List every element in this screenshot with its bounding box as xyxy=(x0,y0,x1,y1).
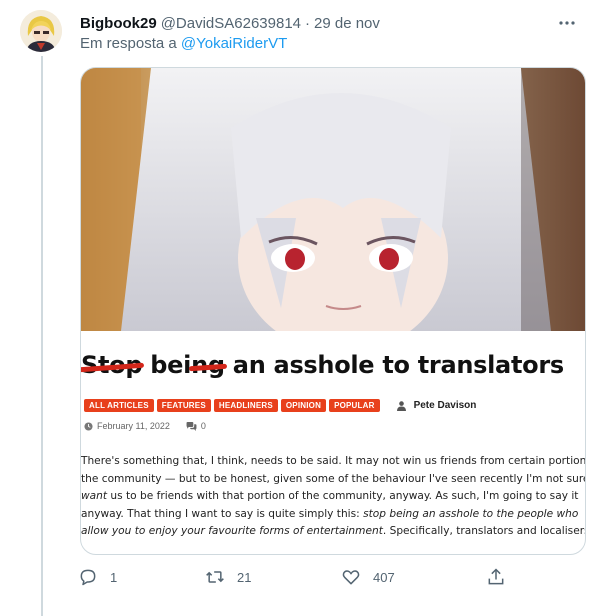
clock-icon xyxy=(84,421,93,431)
excerpt-line: allow you to enjoy your favourite forms … xyxy=(81,523,585,541)
avatar-image xyxy=(20,10,62,52)
share-button[interactable] xyxy=(486,567,506,587)
like-button[interactable]: 407 xyxy=(341,567,395,587)
article-headline[interactable]: Stop being an asshole to translators xyxy=(81,351,585,381)
tag-all-articles[interactable]: ALL ARTICLES xyxy=(84,399,154,412)
excerpt-emphasis: allow you to enjoy your favourite forms … xyxy=(81,525,383,538)
article-date: February 11, 2022 xyxy=(97,421,170,431)
excerpt-emphasis: stop being an asshole to the people who xyxy=(363,507,579,520)
reply-context: Em resposta a @YokaiRiderVT xyxy=(80,35,287,52)
thread-line xyxy=(41,56,43,616)
separator-dot: · xyxy=(305,14,311,32)
author-handle[interactable]: @DavidSA62639814 xyxy=(161,15,301,32)
reply-prefix: Em resposta a xyxy=(80,35,177,52)
heart-icon xyxy=(342,570,360,585)
more-options-icon[interactable] xyxy=(555,11,579,35)
share-icon xyxy=(488,568,504,585)
comments-number: 0 xyxy=(200,421,206,431)
excerpt-line: anyway. That thing I want to say is quit… xyxy=(81,506,585,524)
retweet-button[interactable]: 21 xyxy=(205,567,251,587)
article-excerpt: There's something that, I think, needs t… xyxy=(81,453,585,541)
excerpt-line: There's something that, I think, needs t… xyxy=(81,455,586,467)
headline-struck-word: Stop xyxy=(81,351,143,379)
article-author: Pete Davison xyxy=(396,400,477,411)
retweet-count: 21 xyxy=(237,569,252,585)
tag-opinion[interactable]: OPINION xyxy=(280,399,327,412)
excerpt-line: the community — but to be honest, given … xyxy=(81,472,586,485)
comments-count[interactable]: 0 xyxy=(186,421,206,431)
avatar[interactable] xyxy=(20,10,62,52)
tweet-actions: 1 21 407 xyxy=(78,567,518,587)
headline-struck-suffix: ng xyxy=(191,351,225,379)
excerpt-line: want us to be friends with that portion … xyxy=(81,488,585,506)
tag-popular[interactable]: POPULAR xyxy=(329,399,380,412)
excerpt-emphasis: want xyxy=(81,490,108,503)
like-count: 407 xyxy=(373,569,395,585)
excerpt-text: anyway. That thing I want to say is quit… xyxy=(81,507,364,520)
tweet-date[interactable]: 29 de nov xyxy=(314,15,380,32)
excerpt-text: us to be friends with that portion of th… xyxy=(107,490,579,503)
retweet-icon xyxy=(206,571,224,583)
excerpt-text: . Specifically, translators and localise… xyxy=(382,525,586,538)
headline-rest: an asshole to translators xyxy=(224,351,564,379)
article-meta: February 11, 2022 0 xyxy=(84,421,206,431)
article-hero-image xyxy=(81,68,585,331)
reply-mention-link[interactable]: @YokaiRiderVT xyxy=(181,35,287,52)
reply-count: 1 xyxy=(110,569,118,585)
article-tags: ALL ARTICLES FEATURES HEADLINERS OPINION… xyxy=(84,399,476,412)
tweet-header: Bigbook29 @DavidSA62639814 · 29 de nov xyxy=(80,13,583,33)
comments-icon xyxy=(186,421,197,431)
article-author-name[interactable]: Pete Davison xyxy=(414,400,477,411)
reply-icon xyxy=(80,569,96,586)
reply-button[interactable]: 1 xyxy=(78,567,117,587)
link-card[interactable]: Stop being an asshole to translators ALL… xyxy=(80,67,586,555)
headline-part: bei xyxy=(142,351,192,379)
tag-features[interactable]: FEATURES xyxy=(156,399,211,412)
tag-headliners[interactable]: HEADLINERS xyxy=(213,399,278,412)
user-icon xyxy=(396,400,406,411)
author-name[interactable]: Bigbook29 xyxy=(80,15,157,32)
